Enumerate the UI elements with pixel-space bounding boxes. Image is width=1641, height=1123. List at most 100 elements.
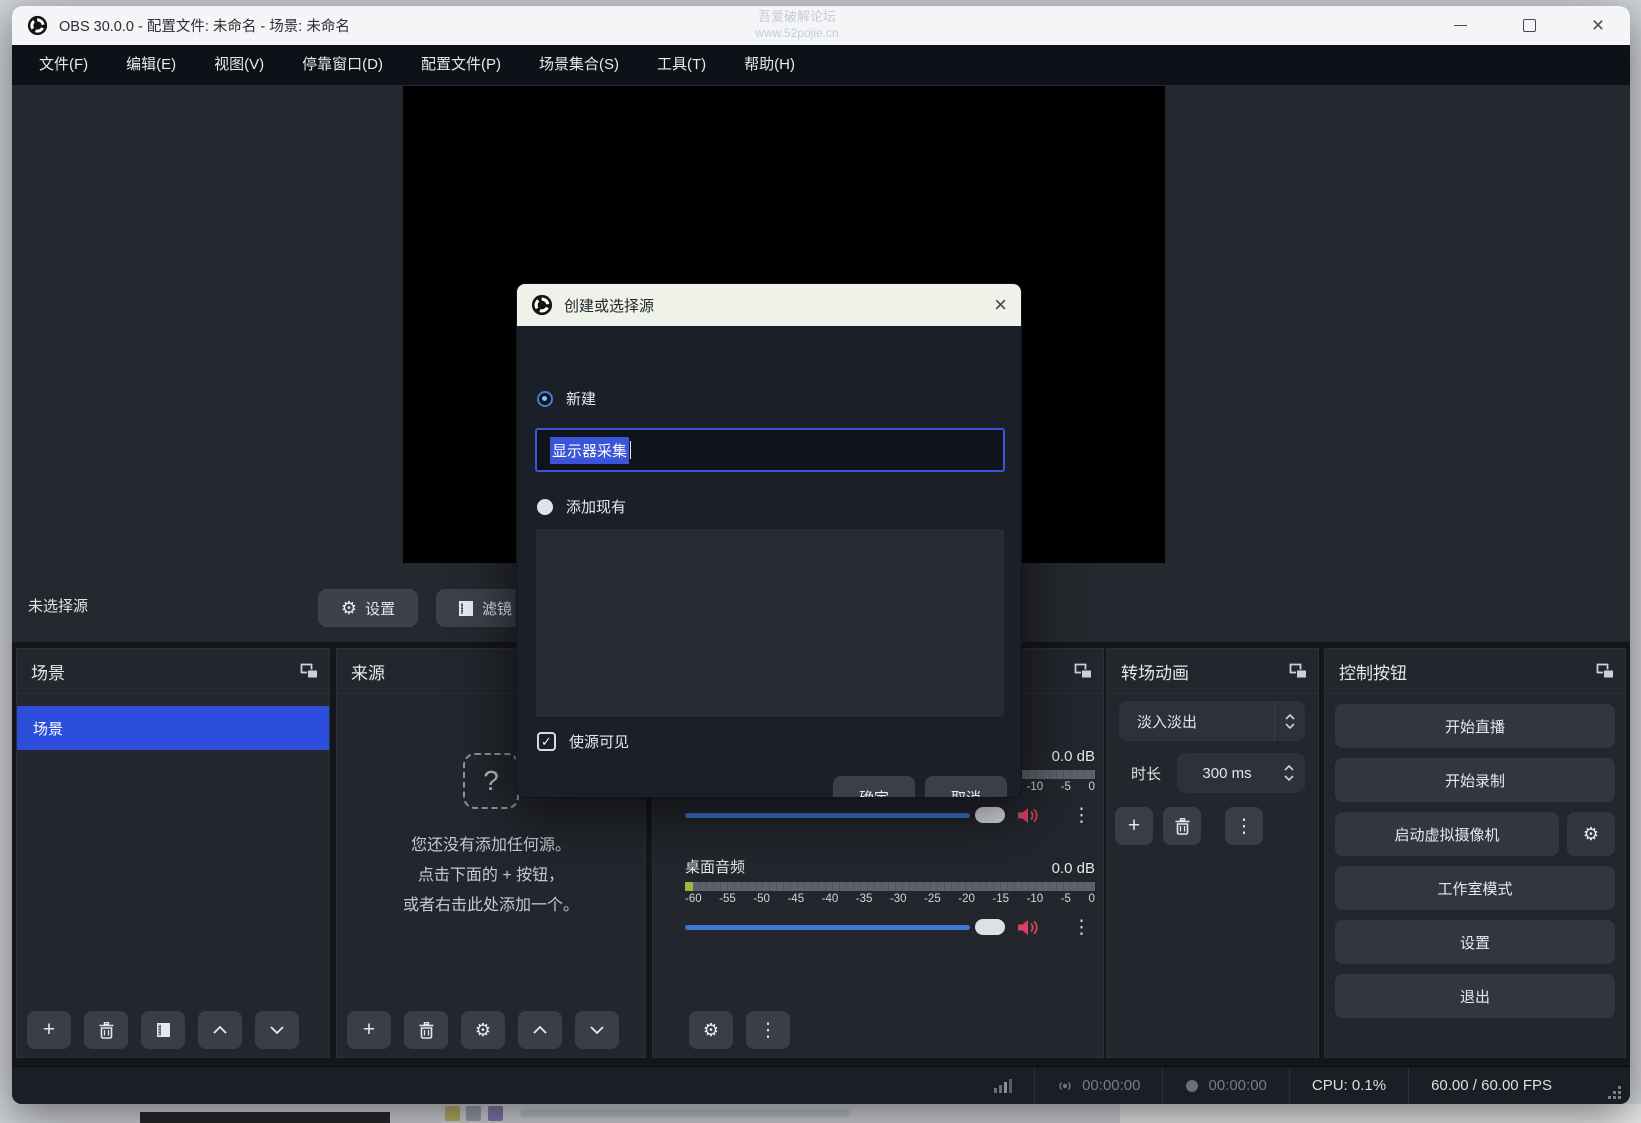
- meter-tick: -20: [958, 893, 975, 905]
- minimize-button[interactable]: [1450, 16, 1470, 36]
- volume-slider[interactable]: [685, 925, 1005, 930]
- menu-view[interactable]: 视图(V): [195, 45, 283, 85]
- menu-help[interactable]: 帮助(H): [725, 45, 814, 85]
- meter-scale: -60-55-50-45-40-35-30-25-20-15-10-50: [685, 893, 1095, 905]
- source-name-input[interactable]: 显示器采集: [535, 428, 1005, 472]
- virtual-camera-settings-button[interactable]: ⚙: [1567, 812, 1615, 856]
- add-scene-button[interactable]: +: [27, 1011, 71, 1049]
- filters-icon: [156, 1022, 171, 1038]
- add-transition-button[interactable]: +: [1115, 807, 1153, 845]
- chevron-up-icon[interactable]: [1284, 765, 1294, 771]
- text-caret: [630, 441, 631, 459]
- make-source-visible-checkbox[interactable]: ✓ 使源可见: [537, 731, 629, 752]
- menu-scene-collection[interactable]: 场景集合(S): [520, 45, 638, 85]
- start-recording-button[interactable]: 开始录制: [1335, 758, 1615, 802]
- fps-counter: 60.00 / 60.00 FPS: [1408, 1067, 1574, 1104]
- popout-icon[interactable]: [1074, 663, 1093, 679]
- volume-slider-handle[interactable]: [975, 919, 1005, 935]
- popout-icon[interactable]: [1596, 663, 1615, 679]
- volume-slider[interactable]: [685, 813, 1005, 818]
- duration-spinner[interactable]: 300 ms: [1177, 753, 1305, 793]
- controls-panel: 控制按钮 开始直播 开始录制 启动虚拟摄像机 ⚙ 工作室模式 设置 退出: [1324, 648, 1626, 1058]
- resize-grip[interactable]: [1608, 1086, 1621, 1099]
- background-window-fragment: [140, 1112, 390, 1123]
- scene-filters-button[interactable]: [141, 1011, 185, 1049]
- dialog-close-button[interactable]: ×: [994, 294, 1007, 316]
- source-properties-button[interactable]: ⚙ 设置: [318, 589, 418, 627]
- create-source-dialog: 创建或选择源 × 新建 显示器采集 添加现有 ✓ 使源可见 确定 取消: [516, 283, 1022, 798]
- dialog-title: 创建或选择源: [564, 295, 654, 316]
- channel-options-button[interactable]: ⋮: [1072, 916, 1091, 939]
- move-source-down-button[interactable]: [575, 1011, 619, 1049]
- move-scene-up-button[interactable]: [198, 1011, 242, 1049]
- create-new-radio[interactable]: 新建: [537, 388, 596, 409]
- add-source-button[interactable]: +: [347, 1011, 391, 1049]
- volume-slider-fill: [685, 925, 970, 930]
- start-virtual-camera-button[interactable]: 启动虚拟摄像机: [1335, 812, 1559, 856]
- add-existing-label: 添加现有: [566, 496, 626, 517]
- exit-button[interactable]: 退出: [1335, 974, 1615, 1018]
- channel-name: 桌面音频: [685, 856, 745, 877]
- record-timer: 00:00:00: [1162, 1067, 1288, 1104]
- menu-profile[interactable]: 配置文件(P): [402, 45, 520, 85]
- meter-tick: 0: [1088, 781, 1094, 793]
- volume-slider-handle[interactable]: [975, 807, 1005, 823]
- maximize-button[interactable]: [1519, 16, 1539, 36]
- cancel-button[interactable]: 取消: [925, 776, 1007, 798]
- mixer-options-button[interactable]: ⋮: [746, 1011, 790, 1049]
- transition-selected-value: 淡入淡出: [1119, 711, 1274, 732]
- transitions-panel-title: 转场动画: [1121, 659, 1189, 684]
- controls-button-stack: 开始直播 开始录制 启动虚拟摄像机 ⚙ 工作室模式 设置 退出: [1335, 704, 1615, 1018]
- duration-value: 300 ms: [1177, 765, 1277, 782]
- move-scene-down-button[interactable]: [255, 1011, 299, 1049]
- remove-scene-button[interactable]: [84, 1011, 128, 1049]
- obs-logo-icon: [27, 15, 48, 36]
- meter-tick: -45: [787, 893, 804, 905]
- close-button[interactable]: ×: [1588, 16, 1608, 36]
- make-source-visible-label: 使源可见: [569, 731, 629, 752]
- remove-source-button[interactable]: [404, 1011, 448, 1049]
- volume-meter: [685, 882, 1095, 891]
- scenes-panel-header: 场景: [17, 649, 329, 694]
- advanced-audio-properties-button[interactable]: ⚙: [689, 1011, 733, 1049]
- source-properties-toolbar-button[interactable]: ⚙: [461, 1011, 505, 1049]
- stream-timer: 00:00:00: [1034, 1067, 1162, 1104]
- title-bar: OBS 30.0.0 - 配置文件: 未命名 - 场景: 未命名 吾爱破解论坛 …: [12, 6, 1630, 46]
- menu-edit[interactable]: 编辑(E): [107, 45, 195, 85]
- popout-icon[interactable]: [300, 663, 319, 679]
- kebab-menu-icon: ⋮: [1235, 815, 1254, 838]
- existing-sources-list[interactable]: [535, 528, 1005, 718]
- remove-transition-button[interactable]: [1163, 807, 1201, 845]
- meter-tick: 0: [1088, 893, 1094, 905]
- studio-mode-button[interactable]: 工作室模式: [1335, 866, 1615, 910]
- popout-icon[interactable]: [1289, 663, 1308, 679]
- settings-button[interactable]: 设置: [1335, 920, 1615, 964]
- channel-options-button[interactable]: ⋮: [1072, 804, 1091, 827]
- meter-tick: -5: [1061, 893, 1071, 905]
- chevron-down-icon: [590, 1026, 604, 1034]
- move-source-up-button[interactable]: [518, 1011, 562, 1049]
- meter-tick: -30: [890, 893, 907, 905]
- meter-tick: -25: [924, 893, 941, 905]
- source-properties-label: 设置: [365, 598, 395, 619]
- menu-tools[interactable]: 工具(T): [638, 45, 725, 85]
- scene-list-item-selected[interactable]: 场景: [17, 706, 329, 750]
- meter-tick: -15: [992, 893, 1009, 905]
- add-existing-radio[interactable]: 添加现有: [537, 496, 626, 517]
- kebab-menu-icon: ⋮: [759, 1019, 778, 1042]
- ok-button[interactable]: 确定: [833, 776, 915, 798]
- transition-options-button[interactable]: ⋮: [1225, 807, 1263, 845]
- background-thumbnail: [466, 1106, 481, 1121]
- chevron-down-icon[interactable]: [1284, 775, 1294, 781]
- menu-file[interactable]: 文件(F): [20, 45, 107, 85]
- radio-selected-icon: [537, 391, 553, 407]
- start-streaming-button[interactable]: 开始直播: [1335, 704, 1615, 748]
- forum-watermark: 吾爱破解论坛 www.52pojie.cn: [702, 8, 892, 42]
- status-bar: 00:00:00 00:00:00 CPU: 0.1% 60.00 / 60.0…: [12, 1066, 1630, 1104]
- mute-speaker-icon[interactable]: [1017, 807, 1039, 824]
- window-title: OBS 30.0.0 - 配置文件: 未命名 - 场景: 未命名: [59, 15, 350, 36]
- stream-time: 00:00:00: [1082, 1077, 1140, 1094]
- menu-docks[interactable]: 停靠窗口(D): [283, 45, 402, 85]
- mute-speaker-icon[interactable]: [1017, 919, 1039, 936]
- transition-select[interactable]: 淡入淡出: [1119, 701, 1305, 741]
